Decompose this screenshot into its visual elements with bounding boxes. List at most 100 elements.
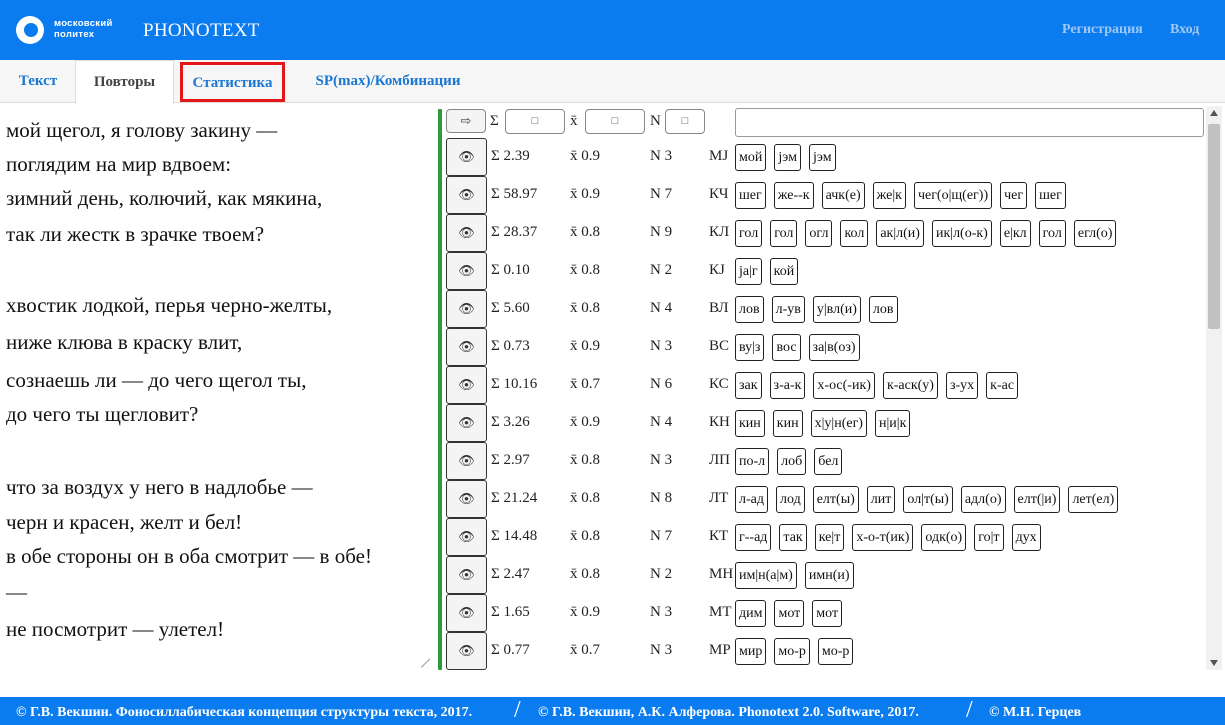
eye-icon[interactable]: 👁 [446,176,487,214]
syllable-chip[interactable]: jэм [774,144,801,171]
syllable-chip[interactable]: з-а-к [769,372,806,399]
syllable-chip[interactable]: у|вл(и) [812,296,861,323]
syllable-chip[interactable]: н|и|к [874,410,911,437]
eye-icon[interactable]: 👁 [446,328,487,366]
syllable-chip[interactable]: ву|з [735,334,765,361]
syllable-chip[interactable]: елт(ы) [812,486,859,513]
tab-repeats[interactable]: Повторы [75,60,174,104]
scroll-up-icon[interactable] [1210,110,1218,116]
syllable-chip[interactable]: лод [776,486,805,513]
eye-icon[interactable]: 👁 [446,214,487,252]
syllable-chip[interactable]: кой [769,258,799,285]
syllable-chip[interactable]: гол [1038,220,1066,247]
footer-copyright-1: © Г.В. Векшин. Фоносиллабическая концепц… [16,705,473,720]
syllable-chip[interactable]: мо-р [774,638,810,665]
syllable-chip[interactable]: шег [1035,182,1066,209]
tab-sp-combinations[interactable]: SP(max)/Комбинации [310,60,466,103]
syllable-chip[interactable]: за|в(оз) [808,334,860,361]
resize-grip-icon[interactable] [421,657,431,667]
syllable-chip[interactable]: имн(и) [804,562,854,589]
syllable-chip[interactable]: з-ух [945,372,979,399]
scroll-down-icon[interactable] [1210,660,1218,666]
syllable-chip[interactable]: е|кл [999,220,1031,247]
syllable-chip[interactable]: л-ув [771,296,805,323]
poem-textarea[interactable]: мой щегол, я голову закину — поглядим на … [0,110,432,670]
syllable-chip[interactable]: лет(ел) [1068,486,1119,513]
syllable-chip[interactable]: чег [1000,182,1028,209]
table-scrollbar[interactable] [1206,106,1222,670]
n-filter-input[interactable]: □ [665,109,705,134]
syllable-chip[interactable]: егл(о) [1073,220,1117,247]
eye-icon[interactable]: 👁 [446,632,487,670]
syllable-chip[interactable]: ке|т [814,524,845,551]
syllable-chip[interactable]: к-ас [986,372,1019,399]
syllable-chip[interactable]: го|т [974,524,1004,551]
syllable-chip[interactable]: гол [735,220,763,247]
syllable-chip[interactable]: ачк(е) [821,182,865,209]
syllable-chip[interactable]: jэм [809,144,836,171]
syllable-chip[interactable]: чег(о|щ(ег)) [913,182,993,209]
syllable-chip[interactable]: г--ад [735,524,772,551]
login-link[interactable]: Вход [1170,22,1199,38]
syllable-chip[interactable]: кин [735,410,765,437]
syllable-chip[interactable]: л-ад [735,486,768,513]
syllable-chip[interactable]: дух [1011,524,1041,551]
eye-icon[interactable]: 👁 [446,518,487,556]
search-input[interactable] [735,108,1204,137]
syllable-chip[interactable]: кин [772,410,803,437]
syllable-chip[interactable]: лит [866,486,896,513]
eye-icon[interactable]: 👁 [446,404,487,442]
syllable-chip[interactable]: х-о-т(ик) [852,524,914,551]
syllable-chip[interactable]: мот [774,600,805,627]
syllable-chip[interactable]: кол [840,220,869,247]
syllable-chip[interactable]: х|у|н(ег) [810,410,867,437]
syllable-chip[interactable]: х-ос(-ик) [813,372,875,399]
syllable-chip[interactable]: лов [868,296,898,323]
syllable-chip[interactable]: шег [735,182,766,209]
syllable-chip[interactable]: одк(о) [921,524,967,551]
mean-filter-input[interactable]: □ [585,109,645,134]
eye-icon[interactable]: 👁 [446,556,487,594]
syllable-chip[interactable]: гол [770,220,798,247]
eye-icon[interactable]: 👁 [446,594,487,632]
syllable-chip[interactable]: зак [735,372,762,399]
eye-icon[interactable]: 👁 [446,138,487,176]
syllable-chip[interactable]: елт(|и) [1013,486,1061,513]
syllable-chip[interactable]: дим [735,600,767,627]
syllable-chip[interactable]: мот [812,600,843,627]
eye-icon[interactable]: 👁 [446,442,487,480]
sum-filter-input[interactable]: □ [505,109,565,134]
eye-icon[interactable]: 👁 [446,290,487,328]
syllable-chip[interactable]: так [779,524,807,551]
row-sum: Σ 2.39 [491,148,530,164]
syllable-chip[interactable]: ак|л(и) [876,220,924,247]
tab-text[interactable]: Текст [17,60,59,103]
syllable-chip[interactable]: к-аск(у) [882,372,938,399]
tab-statistics[interactable]: Статистика [180,62,285,102]
syllable-chip[interactable]: бел [814,448,843,475]
syllable-chip[interactable]: огл [805,220,833,247]
syllable-chip[interactable]: мо-р [817,638,854,665]
syllable-chip[interactable]: ол|т(ы) [903,486,953,513]
syllable-chip[interactable]: ja|г [735,258,762,285]
syllable-chip[interactable]: ик|л(о-к) [931,220,992,247]
brand-title[interactable]: PHONOTEXT [143,20,260,42]
syllable-chip[interactable]: по-л [735,448,770,475]
scroll-thumb[interactable] [1208,124,1220,329]
eye-icon[interactable]: 👁 [446,480,487,518]
syllable-chip[interactable]: вос [772,334,801,361]
syllable-chip[interactable]: лоб [777,448,807,475]
register-link[interactable]: Регистрация [1062,22,1143,38]
apply-arrow-button[interactable]: ⇨ [446,109,486,133]
mospolytech-logo-icon[interactable] [16,16,44,44]
syllable-chip[interactable]: адл(о) [960,486,1006,513]
syllable-chip[interactable]: им|н(а|м) [735,562,797,589]
syllable-chip[interactable]: мир [735,638,767,665]
panel-divider[interactable] [438,109,442,670]
syllable-chip[interactable]: лов [735,296,764,323]
eye-icon[interactable]: 👁 [446,366,487,404]
syllable-chip[interactable]: мой [735,144,767,171]
syllable-chip[interactable]: же--к [773,182,814,209]
eye-icon[interactable]: 👁 [446,252,487,290]
syllable-chip[interactable]: же|к [872,182,906,209]
